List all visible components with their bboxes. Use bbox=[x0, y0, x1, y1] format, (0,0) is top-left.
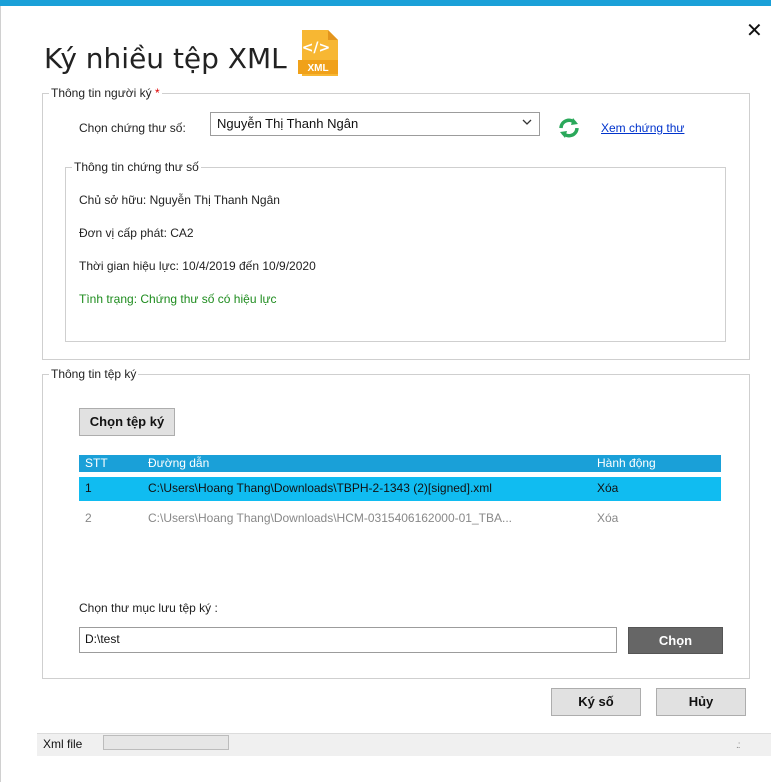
status-label: Xml file bbox=[43, 737, 83, 751]
row-stt: 1 bbox=[85, 481, 92, 495]
sign-button[interactable]: Ký số bbox=[551, 688, 641, 716]
row-path: C:\Users\Hoang Thang\Downloads\TBPH-2-13… bbox=[148, 481, 492, 495]
row-path: C:\Users\Hoang Thang\Downloads\HCM-03154… bbox=[148, 511, 512, 525]
cert-select-label: Chọn chứng thư số: bbox=[79, 121, 186, 135]
cert-info-legend: Thông tin chứng thư số bbox=[74, 160, 199, 174]
cert-info-group: Thông tin chứng thư số bbox=[65, 160, 726, 342]
cert-select[interactable]: Nguyễn Thị Thanh Ngân bbox=[210, 112, 540, 136]
table-row[interactable]: 1 C:\Users\Hoang Thang\Downloads\TBPH-2-… bbox=[79, 477, 721, 501]
choose-folder-button[interactable]: Chọn bbox=[628, 627, 723, 654]
refresh-icon[interactable] bbox=[556, 115, 582, 141]
cert-validity-text: Thời gian hiệu lực: 10/4/2019 đến 10/9/2… bbox=[79, 259, 316, 273]
window-top-accent bbox=[0, 0, 771, 6]
row-stt: 2 bbox=[85, 511, 92, 525]
cert-issuer-text: Đơn vị cấp phát: CA2 bbox=[79, 226, 194, 240]
column-header-path: Đường dẫn bbox=[148, 456, 210, 470]
chevron-down-icon bbox=[521, 116, 533, 131]
column-header-stt: STT bbox=[85, 456, 108, 470]
cert-status-text: Tình trạng: Chứng thư số có hiệu lực bbox=[79, 292, 277, 306]
window-left-border bbox=[0, 6, 1, 782]
cert-select-value: Nguyễn Thị Thanh Ngân bbox=[217, 116, 359, 131]
signer-info-legend: Thông tin người ký * bbox=[51, 86, 160, 100]
required-mark: * bbox=[154, 86, 160, 100]
xml-icon-label: XML bbox=[307, 63, 328, 74]
output-folder-label: Chọn thư mục lưu tệp ký : bbox=[79, 601, 218, 615]
table-row[interactable]: 2 C:\Users\Hoang Thang\Downloads\HCM-031… bbox=[79, 507, 721, 531]
output-folder-input[interactable]: D:\test bbox=[79, 627, 617, 653]
file-info-legend: Thông tin tệp ký bbox=[51, 367, 137, 381]
xml-file-icon: </> XML bbox=[296, 28, 342, 78]
column-header-action: Hành động bbox=[597, 456, 656, 470]
cancel-button[interactable]: Hủy bbox=[656, 688, 746, 716]
delete-action[interactable]: Xóa bbox=[597, 511, 697, 525]
cert-owner-text: Chủ sở hữu: Nguyễn Thị Thanh Ngân bbox=[79, 193, 280, 207]
resize-grip-icon[interactable]: .: bbox=[736, 740, 740, 751]
svg-text:</>: </> bbox=[302, 40, 331, 56]
file-table-header: STT Đường dẫn Hành động bbox=[79, 455, 721, 472]
choose-files-button[interactable]: Chọn tệp ký bbox=[79, 408, 175, 436]
progress-bar bbox=[103, 735, 229, 750]
view-certificate-link[interactable]: Xem chứng thư bbox=[601, 121, 684, 135]
delete-action[interactable]: Xóa bbox=[597, 481, 697, 495]
dialog-title: Ký nhiều tệp XML bbox=[44, 42, 287, 75]
close-icon[interactable]: ✕ bbox=[746, 20, 763, 40]
